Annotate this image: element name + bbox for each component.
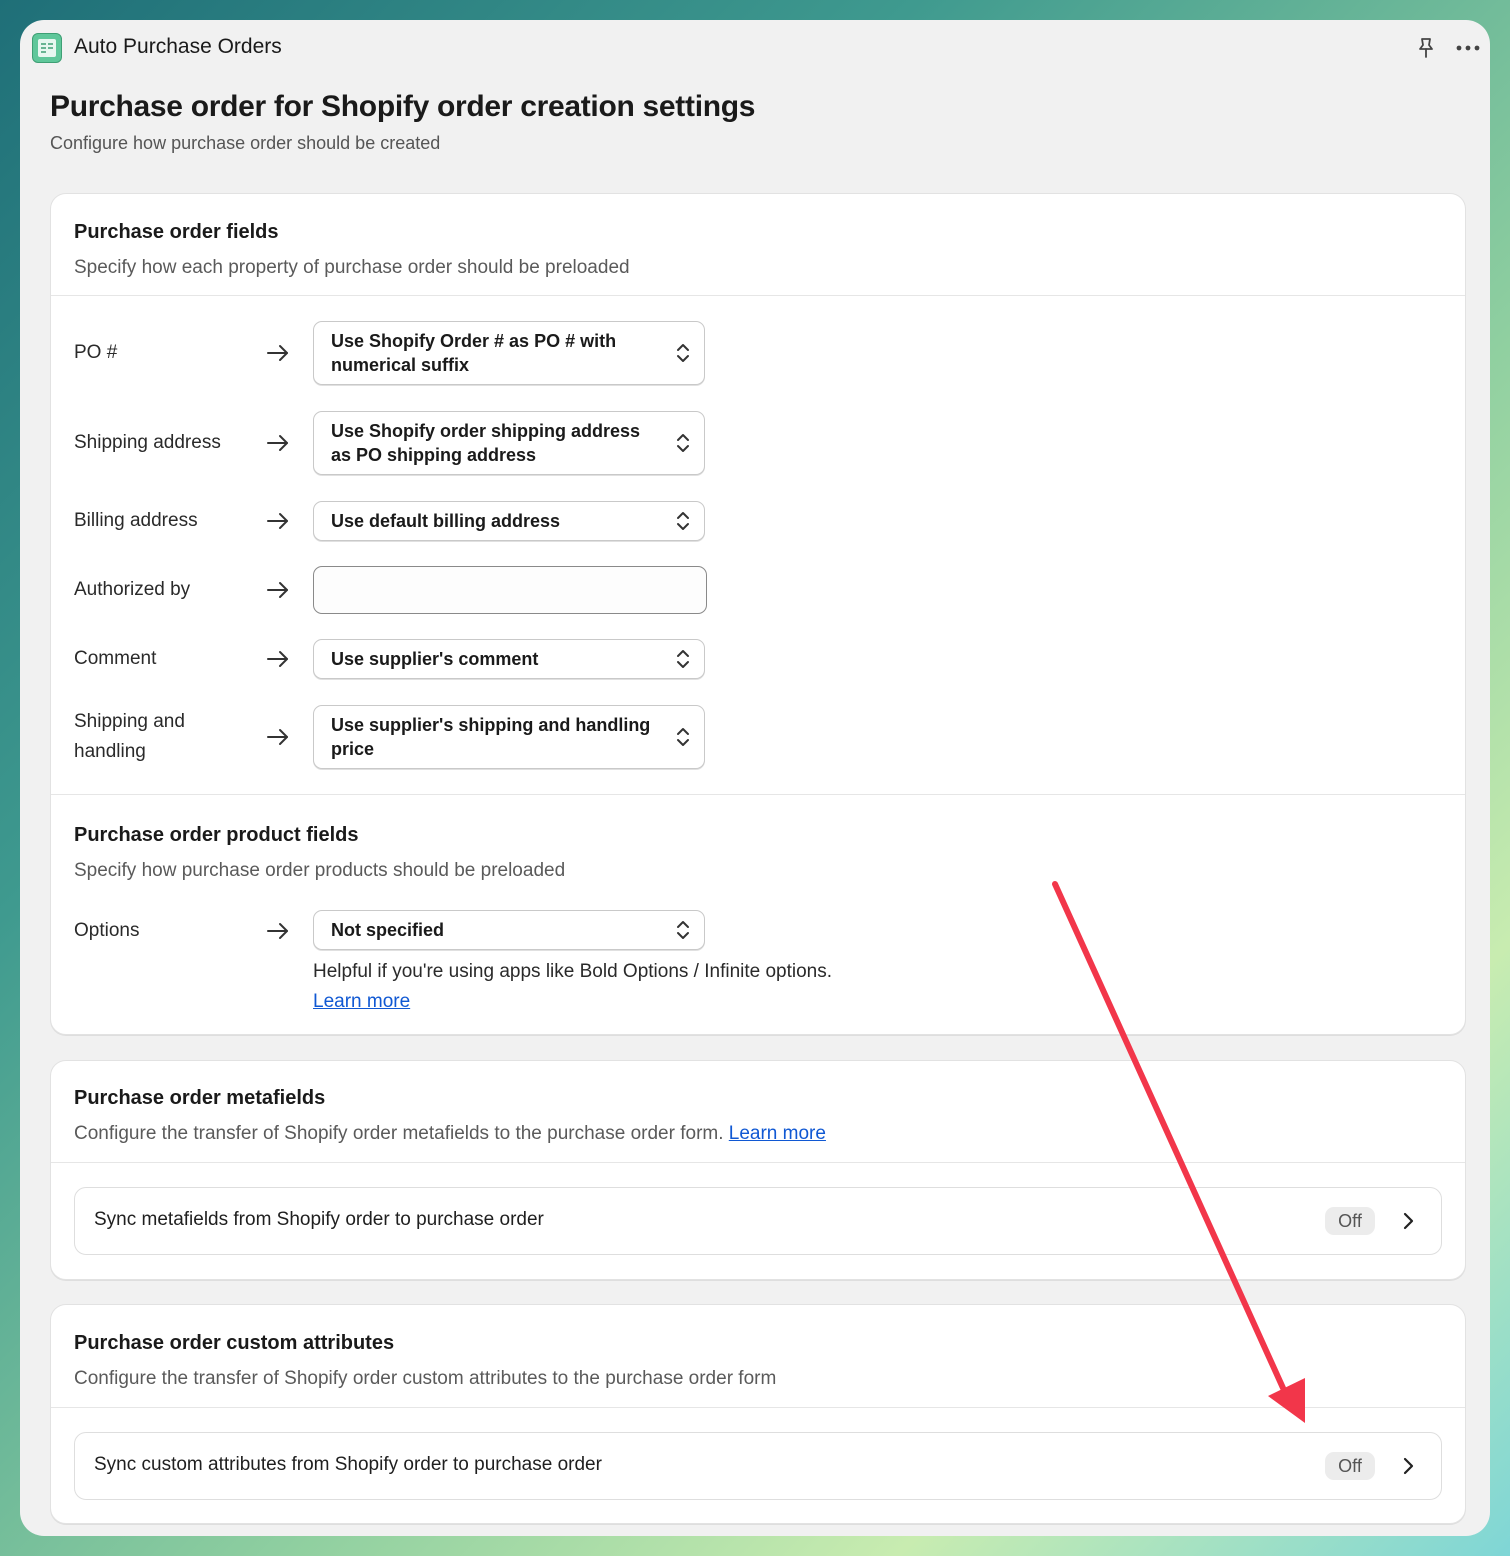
chevron-updown-icon bbox=[677, 344, 689, 362]
app-logo-icon bbox=[32, 33, 62, 63]
metafields-card: Purchase order metafields Configure the … bbox=[50, 1060, 1466, 1280]
section-title: Purchase order custom attributes bbox=[74, 1332, 395, 1354]
pin-icon[interactable] bbox=[1414, 36, 1438, 60]
purchase-order-fields-card: Purchase order fields Specify how each p… bbox=[50, 193, 1466, 1035]
section-subtitle: Configure the transfer of Shopify order … bbox=[74, 1368, 777, 1389]
app-title: Auto Purchase Orders bbox=[74, 35, 282, 58]
arrow-right-icon bbox=[267, 435, 288, 451]
shipping-handling-label: Shipping and handling bbox=[74, 711, 185, 762]
arrow-right-icon bbox=[267, 729, 288, 745]
po-number-select[interactable]: Use Shopify Order # as PO # with numeric… bbox=[313, 321, 705, 385]
section-subtitle: Specify how each property of purchase or… bbox=[74, 257, 630, 278]
comment-select[interactable]: Use supplier's comment bbox=[313, 639, 705, 679]
section-title: Purchase order fields bbox=[74, 221, 279, 243]
shipping-address-label: Shipping address bbox=[74, 432, 221, 453]
billing-address-select[interactable]: Use default billing address bbox=[313, 501, 705, 541]
status-badge: Off bbox=[1325, 1207, 1375, 1235]
shipping-address-select-value: Use Shopify order shipping address as PO… bbox=[331, 421, 641, 465]
shipping-handling-select[interactable]: Use supplier's shipping and handling pri… bbox=[313, 705, 705, 769]
more-options-icon[interactable] bbox=[1454, 36, 1482, 60]
page-title: Purchase order for Shopify order creatio… bbox=[50, 90, 756, 123]
divider bbox=[51, 295, 1465, 296]
chevron-updown-icon bbox=[677, 434, 689, 452]
po-number-select-value: Use Shopify Order # as PO # with numeric… bbox=[331, 331, 617, 375]
options-label: Options bbox=[74, 920, 140, 941]
page-subtitle: Configure how purchase order should be c… bbox=[50, 133, 441, 153]
options-select[interactable]: Not specified bbox=[313, 910, 705, 950]
divider bbox=[51, 794, 1465, 795]
comment-select-value: Use supplier's comment bbox=[331, 649, 539, 669]
options-help-text: Helpful if you're using apps like Bold O… bbox=[313, 961, 833, 982]
arrow-right-icon bbox=[267, 651, 288, 667]
arrow-right-icon bbox=[267, 923, 288, 939]
metafields-learn-more-link[interactable]: Learn more bbox=[729, 1123, 826, 1144]
billing-address-label: Billing address bbox=[74, 510, 198, 531]
chevron-updown-icon bbox=[677, 921, 689, 939]
po-number-label: PO # bbox=[74, 342, 118, 363]
status-badge: Off bbox=[1325, 1452, 1375, 1480]
options-learn-more-link[interactable]: Learn more bbox=[313, 991, 410, 1013]
chevron-updown-icon bbox=[677, 728, 689, 746]
arrow-right-icon bbox=[267, 513, 288, 529]
title-bar: Auto Purchase Orders bbox=[20, 20, 1490, 78]
authorized-by-input[interactable] bbox=[313, 566, 707, 614]
shipping-handling-select-value: Use supplier's shipping and handling pri… bbox=[331, 715, 651, 759]
arrow-right-icon bbox=[267, 582, 288, 598]
options-select-value: Not specified bbox=[331, 920, 445, 940]
chevron-updown-icon bbox=[677, 512, 689, 530]
comment-label: Comment bbox=[74, 648, 157, 669]
sync-custom-attributes-row[interactable]: Sync custom attributes from Shopify orde… bbox=[74, 1432, 1442, 1500]
section-subtitle: Configure the transfer of Shopify order … bbox=[74, 1123, 826, 1145]
section-title: Purchase order metafields bbox=[74, 1087, 326, 1109]
section-title: Purchase order product fields bbox=[74, 824, 359, 846]
sync-metafields-row[interactable]: Sync metafields from Shopify order to pu… bbox=[74, 1187, 1442, 1255]
chevron-right-icon bbox=[1403, 1212, 1414, 1230]
custom-attributes-card: Purchase order custom attributes Configu… bbox=[50, 1304, 1466, 1524]
metafields-subtitle-text: Configure the transfer of Shopify order … bbox=[74, 1123, 724, 1144]
authorized-by-label: Authorized by bbox=[74, 579, 191, 600]
chevron-right-icon bbox=[1403, 1457, 1414, 1475]
app-window: Auto Purchase Orders Purchase order for … bbox=[20, 20, 1490, 1536]
divider bbox=[51, 1162, 1465, 1163]
sync-metafields-label: Sync metafields from Shopify order to pu… bbox=[94, 1209, 544, 1230]
section-subtitle: Specify how purchase order products shou… bbox=[74, 860, 566, 881]
billing-address-select-value: Use default billing address bbox=[331, 511, 561, 531]
arrow-right-icon bbox=[267, 345, 288, 361]
shipping-address-select[interactable]: Use Shopify order shipping address as PO… bbox=[313, 411, 705, 475]
chevron-updown-icon bbox=[677, 650, 689, 668]
divider bbox=[51, 1407, 1465, 1408]
sync-custom-attributes-label: Sync custom attributes from Shopify orde… bbox=[94, 1454, 602, 1475]
